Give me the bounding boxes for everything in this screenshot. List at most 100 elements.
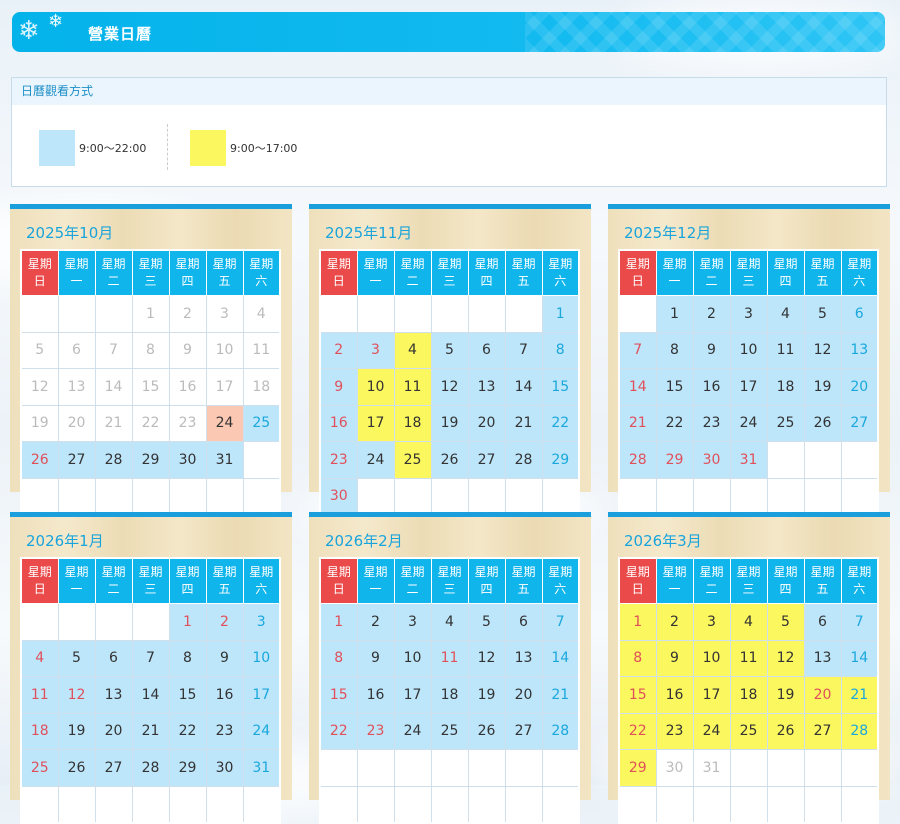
empty-cell	[692, 477, 731, 516]
day-cell: 5	[430, 331, 469, 369]
day-cell: 27	[94, 749, 133, 787]
day-cell: 9	[319, 368, 358, 406]
weekday-header: 星期四	[168, 557, 207, 604]
day-cell: 1	[319, 603, 358, 641]
day-cell: 4	[20, 639, 59, 677]
day-cell: 12	[467, 639, 506, 677]
day-cell: 27	[57, 441, 96, 479]
day-cell: 11	[766, 331, 805, 369]
day-cell: 16	[692, 368, 731, 406]
weekday-header: 星期二	[393, 557, 432, 604]
empty-cell	[803, 785, 842, 824]
day-cell: 14	[618, 368, 657, 406]
day-cell: 24	[242, 712, 281, 750]
day-cell: 25	[20, 749, 59, 787]
day-cell: 13	[467, 368, 506, 406]
weekday-header: 星期三	[430, 249, 469, 296]
empty-cell	[356, 749, 395, 787]
weekday-header: 星期四	[168, 249, 207, 296]
empty-cell	[57, 785, 96, 824]
day-cell: 13	[504, 639, 543, 677]
day-cell: 7	[94, 331, 133, 369]
day-cell: 21	[618, 404, 657, 442]
empty-cell	[504, 477, 543, 516]
empty-cell	[57, 477, 96, 516]
legend-title: 日曆觀看方式	[12, 78, 886, 105]
day-cell: 17	[692, 676, 731, 714]
empty-cell	[618, 477, 657, 516]
day-cell: 26	[57, 749, 96, 787]
weekday-header: 星期六	[242, 557, 281, 604]
day-cell: 25	[242, 404, 281, 442]
month-calendar: 2025年12月 星期日星期一星期二星期三星期四星期五星期六 1 2 3 4 5 6 7 8 9 10…	[608, 204, 890, 516]
day-cell: 1	[618, 603, 657, 641]
day-cell: 6	[803, 603, 842, 641]
day-cell: 22	[131, 404, 170, 442]
day-cell: 10	[205, 331, 244, 369]
empty-cell	[430, 749, 469, 787]
calendar-grid: 星期日星期一星期二星期三星期四星期五星期六 1 2 3 4 5 6 7 8 9 10 11 12 13 14…	[319, 557, 580, 824]
weekday-header: 星期二	[692, 249, 731, 296]
day-cell: 2	[205, 603, 244, 641]
day-cell: 4	[729, 603, 768, 641]
weekday-header: 星期一	[57, 557, 96, 604]
weekday-header: 星期一	[356, 249, 395, 296]
empty-cell	[655, 785, 694, 824]
empty-cell	[393, 785, 432, 824]
empty-cell	[618, 295, 657, 333]
day-cell: 9	[692, 331, 731, 369]
empty-cell	[94, 785, 133, 824]
weekday-header: 星期四	[766, 557, 805, 604]
calendar-grid: 星期日星期一星期二星期三星期四星期五星期六 1 2 3 4 5 6 7 8 9 10 11 12 13 14…	[20, 557, 281, 824]
empty-cell	[393, 295, 432, 333]
weekday-header: 星期二	[692, 557, 731, 604]
weekday-header: 星期六	[840, 557, 879, 604]
day-cell: 2	[655, 603, 694, 641]
weekday-header: 星期日	[618, 249, 657, 296]
day-cell: 7	[541, 603, 580, 641]
day-cell: 21	[131, 712, 170, 750]
day-cell: 16	[319, 404, 358, 442]
day-cell: 18	[393, 404, 432, 442]
day-cell: 20	[467, 404, 506, 442]
weekday-header: 星期五	[504, 249, 543, 296]
legend-swatch-yellow	[190, 130, 226, 166]
day-cell: 25	[393, 441, 432, 479]
day-cell: 4	[766, 295, 805, 333]
day-cell: 30	[655, 749, 694, 787]
legend-label: 9:00～17:00	[230, 142, 298, 155]
empty-cell	[20, 785, 59, 824]
day-cell: 1	[655, 295, 694, 333]
day-cell: 14	[131, 676, 170, 714]
empty-cell	[840, 785, 879, 824]
day-cell: 17	[242, 676, 281, 714]
day-cell: 29	[541, 441, 580, 479]
empty-cell	[840, 477, 879, 516]
day-cell: 28	[840, 712, 879, 750]
empty-cell	[618, 785, 657, 824]
day-cell: 22	[319, 712, 358, 750]
day-cell: 5	[803, 295, 842, 333]
day-cell: 30	[692, 441, 731, 479]
empty-cell	[766, 441, 805, 479]
weekday-header: 星期二	[94, 249, 133, 296]
day-cell: 25	[729, 712, 768, 750]
day-cell: 6	[467, 331, 506, 369]
day-cell: 11	[393, 368, 432, 406]
day-cell: 31	[729, 441, 768, 479]
page-title: 營業日曆	[88, 25, 153, 43]
day-cell: 25	[430, 712, 469, 750]
day-cell: 15	[168, 676, 207, 714]
day-cell: 15	[541, 368, 580, 406]
day-cell: 17	[356, 404, 395, 442]
empty-cell	[131, 477, 170, 516]
day-cell: 29	[131, 441, 170, 479]
day-cell: 24	[356, 441, 395, 479]
day-cell: 23	[168, 404, 207, 442]
day-cell: 5	[57, 639, 96, 677]
day-cell: 28	[541, 712, 580, 750]
day-cell: 1	[541, 295, 580, 333]
legend-panel: 日曆觀看方式 9:00～22:00 9:00～17:00	[11, 77, 887, 187]
month-calendar: 2026年1月 星期日星期一星期二星期三星期四星期五星期六 1 2 3 4 5 6 7 8 9 10 1…	[10, 512, 292, 824]
day-cell: 12	[766, 639, 805, 677]
